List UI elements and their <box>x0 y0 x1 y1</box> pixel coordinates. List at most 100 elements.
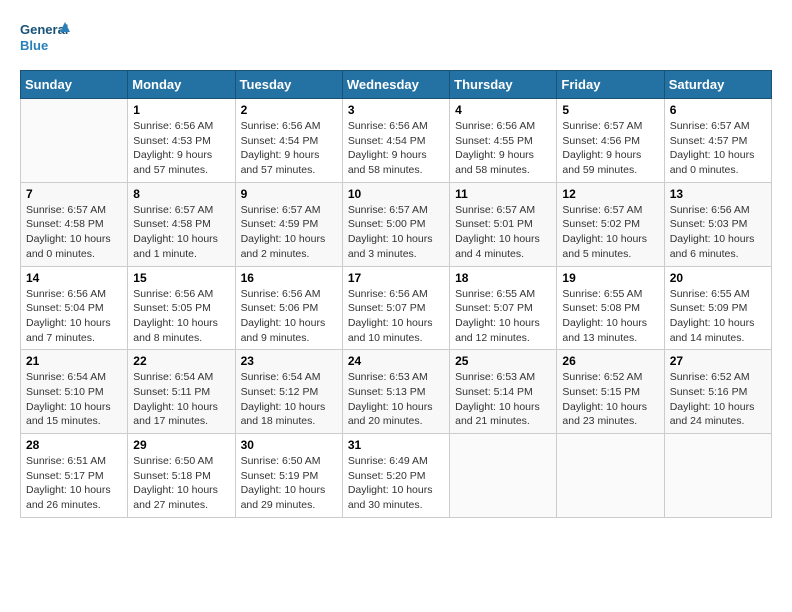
calendar-cell: 31 Sunrise: 6:49 AMSunset: 5:20 PMDaylig… <box>342 434 449 518</box>
calendar-cell: 3 Sunrise: 6:56 AMSunset: 4:54 PMDayligh… <box>342 99 449 183</box>
calendar-cell: 29 Sunrise: 6:50 AMSunset: 5:18 PMDaylig… <box>128 434 235 518</box>
col-header-friday: Friday <box>557 71 664 99</box>
day-info: Sunrise: 6:54 AMSunset: 5:11 PMDaylight:… <box>133 370 229 429</box>
day-info: Sunrise: 6:57 AMSunset: 4:58 PMDaylight:… <box>133 203 229 262</box>
day-info: Sunrise: 6:56 AMSunset: 4:54 PMDaylight:… <box>241 119 337 178</box>
day-info: Sunrise: 6:53 AMSunset: 5:13 PMDaylight:… <box>348 370 444 429</box>
day-info: Sunrise: 6:56 AMSunset: 5:06 PMDaylight:… <box>241 287 337 346</box>
calendar-cell <box>664 434 771 518</box>
day-number: 7 <box>26 187 122 201</box>
day-info: Sunrise: 6:54 AMSunset: 5:12 PMDaylight:… <box>241 370 337 429</box>
logo-svg: General Blue <box>20 16 70 60</box>
day-number: 21 <box>26 354 122 368</box>
day-number: 2 <box>241 103 337 117</box>
day-info: Sunrise: 6:50 AMSunset: 5:18 PMDaylight:… <box>133 454 229 513</box>
day-info: Sunrise: 6:55 AMSunset: 5:09 PMDaylight:… <box>670 287 766 346</box>
day-info: Sunrise: 6:56 AMSunset: 4:55 PMDaylight:… <box>455 119 551 178</box>
calendar-cell: 26 Sunrise: 6:52 AMSunset: 5:15 PMDaylig… <box>557 350 664 434</box>
day-info: Sunrise: 6:57 AMSunset: 5:01 PMDaylight:… <box>455 203 551 262</box>
day-number: 18 <box>455 271 551 285</box>
day-number: 27 <box>670 354 766 368</box>
day-info: Sunrise: 6:52 AMSunset: 5:16 PMDaylight:… <box>670 370 766 429</box>
day-number: 12 <box>562 187 658 201</box>
day-info: Sunrise: 6:57 AMSunset: 4:59 PMDaylight:… <box>241 203 337 262</box>
col-header-sunday: Sunday <box>21 71 128 99</box>
week-row-4: 21 Sunrise: 6:54 AMSunset: 5:10 PMDaylig… <box>21 350 772 434</box>
day-number: 9 <box>241 187 337 201</box>
day-info: Sunrise: 6:55 AMSunset: 5:08 PMDaylight:… <box>562 287 658 346</box>
day-number: 23 <box>241 354 337 368</box>
col-header-thursday: Thursday <box>450 71 557 99</box>
day-number: 30 <box>241 438 337 452</box>
header-row: SundayMondayTuesdayWednesdayThursdayFrid… <box>21 71 772 99</box>
day-number: 25 <box>455 354 551 368</box>
day-info: Sunrise: 6:56 AMSunset: 5:03 PMDaylight:… <box>670 203 766 262</box>
calendar-cell: 27 Sunrise: 6:52 AMSunset: 5:16 PMDaylig… <box>664 350 771 434</box>
day-number: 26 <box>562 354 658 368</box>
calendar-table: SundayMondayTuesdayWednesdayThursdayFrid… <box>20 70 772 518</box>
calendar-cell: 24 Sunrise: 6:53 AMSunset: 5:13 PMDaylig… <box>342 350 449 434</box>
col-header-wednesday: Wednesday <box>342 71 449 99</box>
day-info: Sunrise: 6:56 AMSunset: 5:07 PMDaylight:… <box>348 287 444 346</box>
calendar-cell: 9 Sunrise: 6:57 AMSunset: 4:59 PMDayligh… <box>235 182 342 266</box>
calendar-cell: 4 Sunrise: 6:56 AMSunset: 4:55 PMDayligh… <box>450 99 557 183</box>
week-row-2: 7 Sunrise: 6:57 AMSunset: 4:58 PMDayligh… <box>21 182 772 266</box>
day-info: Sunrise: 6:57 AMSunset: 5:00 PMDaylight:… <box>348 203 444 262</box>
calendar-cell: 13 Sunrise: 6:56 AMSunset: 5:03 PMDaylig… <box>664 182 771 266</box>
week-row-1: 1 Sunrise: 6:56 AMSunset: 4:53 PMDayligh… <box>21 99 772 183</box>
day-info: Sunrise: 6:51 AMSunset: 5:17 PMDaylight:… <box>26 454 122 513</box>
day-number: 17 <box>348 271 444 285</box>
calendar-cell: 10 Sunrise: 6:57 AMSunset: 5:00 PMDaylig… <box>342 182 449 266</box>
week-row-3: 14 Sunrise: 6:56 AMSunset: 5:04 PMDaylig… <box>21 266 772 350</box>
calendar-cell: 14 Sunrise: 6:56 AMSunset: 5:04 PMDaylig… <box>21 266 128 350</box>
calendar-cell: 20 Sunrise: 6:55 AMSunset: 5:09 PMDaylig… <box>664 266 771 350</box>
day-info: Sunrise: 6:57 AMSunset: 4:56 PMDaylight:… <box>562 119 658 178</box>
calendar-cell: 18 Sunrise: 6:55 AMSunset: 5:07 PMDaylig… <box>450 266 557 350</box>
day-number: 8 <box>133 187 229 201</box>
day-info: Sunrise: 6:57 AMSunset: 4:58 PMDaylight:… <box>26 203 122 262</box>
calendar-cell: 12 Sunrise: 6:57 AMSunset: 5:02 PMDaylig… <box>557 182 664 266</box>
calendar-cell: 30 Sunrise: 6:50 AMSunset: 5:19 PMDaylig… <box>235 434 342 518</box>
day-info: Sunrise: 6:50 AMSunset: 5:19 PMDaylight:… <box>241 454 337 513</box>
calendar-cell: 8 Sunrise: 6:57 AMSunset: 4:58 PMDayligh… <box>128 182 235 266</box>
calendar-cell: 23 Sunrise: 6:54 AMSunset: 5:12 PMDaylig… <box>235 350 342 434</box>
calendar-cell: 2 Sunrise: 6:56 AMSunset: 4:54 PMDayligh… <box>235 99 342 183</box>
col-header-tuesday: Tuesday <box>235 71 342 99</box>
day-info: Sunrise: 6:57 AMSunset: 5:02 PMDaylight:… <box>562 203 658 262</box>
calendar-cell: 19 Sunrise: 6:55 AMSunset: 5:08 PMDaylig… <box>557 266 664 350</box>
day-number: 24 <box>348 354 444 368</box>
day-info: Sunrise: 6:56 AMSunset: 5:05 PMDaylight:… <box>133 287 229 346</box>
day-number: 16 <box>241 271 337 285</box>
day-info: Sunrise: 6:53 AMSunset: 5:14 PMDaylight:… <box>455 370 551 429</box>
day-number: 4 <box>455 103 551 117</box>
calendar-cell: 6 Sunrise: 6:57 AMSunset: 4:57 PMDayligh… <box>664 99 771 183</box>
day-number: 14 <box>26 271 122 285</box>
day-info: Sunrise: 6:49 AMSunset: 5:20 PMDaylight:… <box>348 454 444 513</box>
day-info: Sunrise: 6:57 AMSunset: 4:57 PMDaylight:… <box>670 119 766 178</box>
calendar-cell: 15 Sunrise: 6:56 AMSunset: 5:05 PMDaylig… <box>128 266 235 350</box>
day-info: Sunrise: 6:56 AMSunset: 5:04 PMDaylight:… <box>26 287 122 346</box>
col-header-monday: Monday <box>128 71 235 99</box>
calendar-cell <box>21 99 128 183</box>
week-row-5: 28 Sunrise: 6:51 AMSunset: 5:17 PMDaylig… <box>21 434 772 518</box>
svg-text:Blue: Blue <box>20 38 48 53</box>
col-header-saturday: Saturday <box>664 71 771 99</box>
day-number: 1 <box>133 103 229 117</box>
day-number: 19 <box>562 271 658 285</box>
calendar-cell: 22 Sunrise: 6:54 AMSunset: 5:11 PMDaylig… <box>128 350 235 434</box>
svg-text:General: General <box>20 22 68 37</box>
day-number: 6 <box>670 103 766 117</box>
day-info: Sunrise: 6:52 AMSunset: 5:15 PMDaylight:… <box>562 370 658 429</box>
day-number: 31 <box>348 438 444 452</box>
day-number: 15 <box>133 271 229 285</box>
calendar-cell: 25 Sunrise: 6:53 AMSunset: 5:14 PMDaylig… <box>450 350 557 434</box>
calendar-cell: 7 Sunrise: 6:57 AMSunset: 4:58 PMDayligh… <box>21 182 128 266</box>
calendar-cell: 16 Sunrise: 6:56 AMSunset: 5:06 PMDaylig… <box>235 266 342 350</box>
calendar-cell: 11 Sunrise: 6:57 AMSunset: 5:01 PMDaylig… <box>450 182 557 266</box>
calendar-cell <box>450 434 557 518</box>
day-info: Sunrise: 6:55 AMSunset: 5:07 PMDaylight:… <box>455 287 551 346</box>
calendar-cell: 5 Sunrise: 6:57 AMSunset: 4:56 PMDayligh… <box>557 99 664 183</box>
day-number: 20 <box>670 271 766 285</box>
day-info: Sunrise: 6:56 AMSunset: 4:53 PMDaylight:… <box>133 119 229 178</box>
calendar-cell: 28 Sunrise: 6:51 AMSunset: 5:17 PMDaylig… <box>21 434 128 518</box>
